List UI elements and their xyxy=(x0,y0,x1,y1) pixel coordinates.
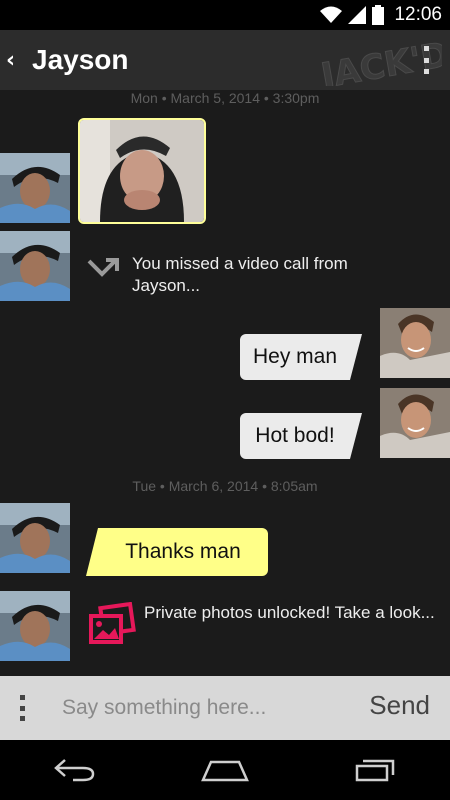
compose-bar: Send xyxy=(0,676,450,740)
outgoing-message[interactable]: Hey man xyxy=(240,334,362,380)
avatar[interactable] xyxy=(0,591,70,661)
message-text: Thanks man xyxy=(125,540,241,563)
date-separator: Mon • March 5, 2014 • 3:30pm xyxy=(130,90,320,106)
cell-signal-icon xyxy=(348,6,367,24)
status-bar: 12:06 xyxy=(0,0,450,30)
message-text: Hey man xyxy=(252,345,338,368)
send-button[interactable]: Send xyxy=(369,690,430,721)
avatar[interactable] xyxy=(0,153,70,223)
nav-recents-icon[interactable] xyxy=(345,750,405,790)
contact-name[interactable]: Jayson xyxy=(32,44,129,76)
chevron-left-icon[interactable]: ‹ xyxy=(6,48,26,73)
missed-call-message: You missed a video call from Jayson... xyxy=(86,253,372,297)
private-photos-message[interactable]: Private photos unlocked! Take a look... xyxy=(88,602,435,648)
nav-back-icon[interactable] xyxy=(45,750,105,790)
avatar[interactable] xyxy=(0,231,70,301)
action-bar: ‹ Jayson JACK'D xyxy=(0,30,450,90)
my-avatar[interactable] xyxy=(380,388,450,458)
missed-call-text: You missed a video call from Jayson... xyxy=(132,254,348,295)
my-avatar[interactable] xyxy=(380,308,450,378)
message-text: Hot bod! xyxy=(255,424,335,447)
nav-home-icon[interactable] xyxy=(195,750,255,790)
incoming-message[interactable]: Thanks man xyxy=(86,528,268,576)
missed-call-icon xyxy=(87,258,119,277)
battery-icon xyxy=(372,5,385,25)
photo-message[interactable] xyxy=(78,118,206,224)
avatar[interactable] xyxy=(0,503,70,573)
photos-icon xyxy=(89,602,136,644)
message-input[interactable] xyxy=(62,688,322,728)
status-time: 12:06 xyxy=(394,4,442,25)
overflow-menu-icon[interactable] xyxy=(422,46,430,74)
outgoing-message[interactable]: Hot bod! xyxy=(240,413,362,459)
wifi-icon xyxy=(320,6,343,23)
chat-area[interactable]: Mon • March 5, 2014 • 3:30pm You missed … xyxy=(0,90,450,676)
date-separator: Tue • March 6, 2014 • 8:05am xyxy=(132,478,318,494)
navigation-bar xyxy=(0,740,450,800)
attach-menu-icon[interactable] xyxy=(18,695,26,721)
private-photos-text: Private photos unlocked! Take a look... xyxy=(144,603,435,622)
